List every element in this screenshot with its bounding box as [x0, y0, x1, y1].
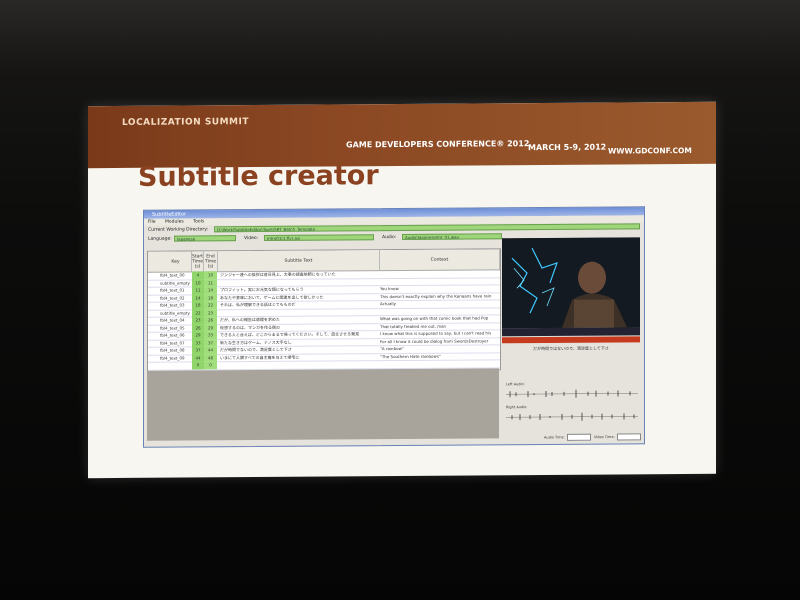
banner-website: WWW.GDCONF.COM — [608, 145, 692, 156]
language-select[interactable]: Japanese — [174, 235, 236, 242]
column-start-time[interactable]: Start Time (s) — [192, 251, 204, 272]
cell-end-time[interactable]: 0 — [204, 361, 217, 369]
cell-end-time[interactable]: 23 — [204, 308, 217, 317]
language-label: Language: — [148, 236, 172, 242]
video-label: Video: — [244, 236, 259, 242]
column-key[interactable]: Key — [160, 251, 192, 272]
left-audio-label: Left Audio: — [506, 382, 525, 387]
video-select[interactable]: Intro01(1.flv).avi — [264, 234, 374, 241]
cell-end-time[interactable]: 14 — [204, 286, 217, 294]
subtitle-grid: Key Start Time (s) End Time (s) Subtitle… — [147, 248, 501, 373]
video-controls[interactable] — [502, 327, 640, 337]
slide-title: Subtitle creator — [138, 160, 379, 193]
cell-end-time[interactable]: 10 — [204, 271, 217, 279]
cell-start-time[interactable]: 10 — [192, 278, 204, 287]
grid-empty-area — [147, 368, 499, 441]
cell-end-time[interactable]: 11 — [204, 278, 217, 287]
cell-start-time[interactable]: 0 — [192, 361, 204, 369]
column-context[interactable]: Context — [380, 249, 500, 271]
cell-start-time[interactable]: 4 — [192, 271, 204, 279]
cell-end-time[interactable]: 37 — [204, 338, 217, 347]
cell-start-time[interactable]: 37 — [192, 346, 204, 354]
cell-end-time[interactable]: 29 — [204, 323, 217, 332]
audio-time-field[interactable] — [566, 433, 591, 441]
right-audio-label: Right Audio: — [506, 405, 528, 410]
video-preview[interactable] — [502, 237, 640, 329]
cell-start-time[interactable]: 18 — [192, 301, 204, 309]
video-time-label: Video Time: — [594, 435, 615, 440]
cell-context[interactable] — [380, 359, 500, 367]
audio-select[interactable]: Audio\Japanese\Int_01.wav — [402, 233, 502, 240]
cell-start-time[interactable]: 29 — [192, 331, 204, 339]
subtitle-editor-window: SubtitleEditor File Modules Tools Curren… — [143, 206, 645, 448]
video-time: Video Time: — [594, 433, 641, 441]
banner-conference-name: GAME DEVELOPERS CONFERENCE® 2012 — [346, 139, 530, 150]
stage-ceiling — [0, 0, 800, 80]
cell-key[interactable] — [160, 361, 190, 369]
video-timeline[interactable] — [502, 336, 640, 344]
column-end-time[interactable]: End Time (s) — [204, 251, 218, 272]
banner-dates: MARCH 5-9, 2012 — [528, 142, 607, 153]
audio-time: Audio Time: — [544, 433, 591, 441]
cell-start-time[interactable]: 11 — [192, 286, 204, 294]
column-subtitle-text[interactable]: Subtitle Text — [218, 250, 380, 272]
menu-tools[interactable]: Tools — [193, 219, 204, 224]
cell-start-time[interactable]: 44 — [192, 353, 204, 362]
cell-start-time[interactable]: 14 — [192, 293, 204, 302]
video-time-field[interactable] — [616, 433, 641, 441]
menu-file[interactable]: File — [148, 220, 156, 225]
audio-time-label: Audio Time: — [544, 435, 565, 440]
cell-end-time[interactable]: 18 — [204, 293, 217, 302]
preview-caption: だが時間ではないので、満足度として下さ — [533, 345, 609, 352]
right-audio-waveform[interactable] — [506, 411, 638, 422]
cell-end-time[interactable]: 48 — [204, 353, 217, 362]
cell-start-time[interactable]: 22 — [192, 308, 204, 317]
cell-end-time[interactable]: 33 — [204, 331, 217, 339]
cell-start-time[interactable]: 23 — [192, 316, 204, 324]
menu-modules[interactable]: Modules — [165, 220, 184, 225]
slide-banner: LOCALIZATION SUMMIT GAME DEVELOPERS CONF… — [88, 101, 716, 169]
left-audio-waveform[interactable] — [506, 388, 638, 399]
cell-end-time[interactable]: 22 — [204, 301, 217, 309]
cell-end-time[interactable]: 26 — [204, 316, 217, 324]
projection-screen: LOCALIZATION SUMMIT GAME DEVELOPERS CONF… — [88, 101, 716, 479]
cell-start-time[interactable]: 33 — [192, 338, 204, 347]
working-directory-label: Current Working Directory: — [148, 227, 209, 233]
cell-subtitle-text[interactable] — [220, 360, 378, 369]
audio-label: Audio: — [382, 235, 397, 241]
cell-start-time[interactable]: 26 — [192, 323, 204, 332]
cell-end-time[interactable]: 44 — [204, 346, 217, 354]
video-frame-image — [502, 237, 640, 329]
banner-summit-name: LOCALIZATION SUMMIT — [122, 117, 250, 128]
